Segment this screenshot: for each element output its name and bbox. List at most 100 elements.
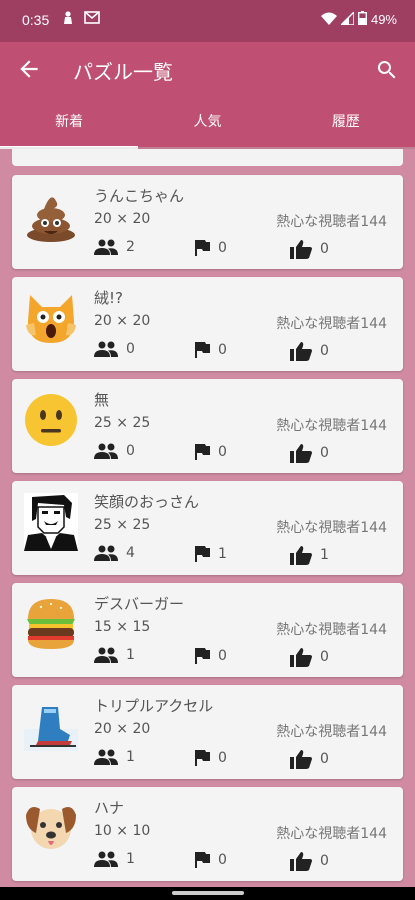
puzzle-list[interactable]: うんこちゃん 20 × 20 熱心な視聴者144 2 0 0 絨!? 20 × …: [0, 149, 415, 887]
puzzle-name: トリプルアクセル: [94, 697, 214, 715]
battery-icon: [357, 11, 367, 28]
scared-cat-emoji-thumbnail: [24, 291, 78, 345]
players-count: 2: [126, 239, 135, 255]
thumbs-up-icon: [290, 647, 312, 667]
puzzle-author: 熱心な視聴者144: [276, 622, 387, 638]
likes-stat: 0: [290, 443, 329, 463]
puzzle-author: 熱心な視聴者144: [276, 214, 387, 230]
previous-card-peek[interactable]: [12, 149, 403, 166]
thumbs-up-icon: [290, 545, 312, 565]
flags-stat: 0: [194, 239, 227, 257]
search-icon[interactable]: [375, 58, 399, 82]
puzzle-size: 20 × 20: [94, 313, 151, 329]
puzzle-name: ハナ: [94, 799, 125, 817]
neutral-face-emoji-thumbnail: [24, 393, 78, 447]
people-icon: [94, 545, 118, 561]
likes-stat: 0: [290, 851, 329, 871]
flags-count: 0: [218, 342, 227, 358]
tab-history[interactable]: 履歴: [277, 99, 415, 147]
flags-stat: 0: [194, 647, 227, 665]
puzzle-author: 熱心な視聴者144: [276, 520, 387, 536]
players-stat: 4: [94, 545, 135, 561]
likes-count: 0: [320, 343, 329, 359]
page-title: パズル一覧: [73, 60, 173, 84]
likes-count: 0: [320, 853, 329, 869]
puzzle-card[interactable]: デスバーガー 15 × 15 熱心な視聴者144 1 0 0: [12, 583, 403, 677]
players-count: 1: [126, 851, 135, 867]
puzzle-author: 熱心な視聴者144: [276, 316, 387, 332]
puzzle-name: うんこちゃん: [94, 187, 185, 205]
mail-icon: [84, 11, 100, 28]
flags-stat: 0: [194, 851, 227, 869]
puzzle-card[interactable]: ハナ 10 × 10 熱心な視聴者144 1 0 0: [12, 787, 403, 881]
thumbs-up-icon: [290, 341, 312, 361]
puzzle-size: 20 × 20: [94, 211, 151, 227]
likes-stat: 0: [290, 341, 329, 361]
puzzle-card[interactable]: 無 25 × 25 熱心な視聴者144 0 0 0: [12, 379, 403, 473]
person-icon: [62, 11, 74, 29]
wifi-icon: [320, 12, 337, 28]
battery-percent: 49%: [370, 12, 397, 27]
people-icon: [94, 239, 118, 255]
puzzle-name: 絨!?: [94, 289, 123, 307]
system-nav-bar: [0, 887, 415, 900]
puzzle-card[interactable]: 笑顔のおっさん 25 × 25 熱心な視聴者144 4 1 1: [12, 481, 403, 575]
flags-stat: 0: [194, 443, 227, 461]
people-icon: [94, 749, 118, 765]
thumbs-up-icon: [290, 749, 312, 769]
players-stat: 1: [94, 647, 135, 663]
puzzle-name: 無: [94, 391, 110, 409]
flags-count: 0: [218, 240, 227, 256]
people-icon: [94, 851, 118, 867]
flags-stat: 1: [194, 545, 227, 563]
skate-boot-emoji-thumbnail: [24, 699, 78, 753]
people-icon: [94, 443, 118, 459]
people-icon: [94, 647, 118, 663]
flags-count: 0: [218, 648, 227, 664]
tab-popular[interactable]: 人気: [138, 99, 276, 147]
flag-icon: [194, 647, 210, 665]
players-stat: 2: [94, 239, 135, 255]
puzzle-size: 25 × 25: [94, 517, 151, 533]
flag-icon: [194, 443, 210, 461]
likes-count: 0: [320, 751, 329, 767]
puzzle-card[interactable]: うんこちゃん 20 × 20 熱心な視聴者144 2 0 0: [12, 175, 403, 269]
flags-count: 0: [218, 444, 227, 460]
puzzle-author: 熱心な視聴者144: [276, 826, 387, 842]
flag-icon: [194, 239, 210, 257]
signal-icon: [339, 9, 355, 28]
puzzle-size: 20 × 20: [94, 721, 151, 737]
likes-stat: 1: [290, 545, 329, 565]
pixel-man-portrait-thumbnail: [24, 493, 78, 551]
players-stat: 0: [94, 341, 135, 357]
players-count: 0: [126, 341, 135, 357]
flag-icon: [194, 851, 210, 869]
players-count: 0: [126, 443, 135, 459]
tab-bar: 新着 人気 履歴: [0, 99, 415, 149]
thumbs-up-icon: [290, 239, 312, 259]
hamburger-emoji-thumbnail: [24, 597, 78, 651]
puzzle-size: 25 × 25: [94, 415, 151, 431]
thumbs-up-icon: [290, 443, 312, 463]
likes-count: 1: [320, 547, 329, 563]
puzzle-name: 笑顔のおっさん: [94, 493, 200, 511]
status-bar: 0:35 49%: [0, 0, 415, 42]
likes-stat: 0: [290, 239, 329, 259]
puzzle-card[interactable]: トリプルアクセル 20 × 20 熱心な視聴者144 1 0 0: [12, 685, 403, 779]
back-arrow-icon[interactable]: [16, 56, 42, 82]
flag-icon: [194, 749, 210, 767]
gesture-handle[interactable]: [172, 891, 244, 895]
puzzle-card[interactable]: 絨!? 20 × 20 熱心な視聴者144 0 0 0: [12, 277, 403, 371]
puzzle-size: 10 × 10: [94, 823, 151, 839]
app-bar: パズル一覧: [0, 42, 415, 99]
likes-count: 0: [320, 649, 329, 665]
flags-count: 1: [218, 546, 227, 562]
poop-emoji-thumbnail: [24, 189, 78, 243]
status-right: 49%: [320, 9, 397, 28]
flags-count: 0: [218, 852, 227, 868]
tab-new[interactable]: 新着: [0, 99, 139, 149]
flags-count: 0: [218, 750, 227, 766]
likes-count: 0: [320, 241, 329, 257]
likes-count: 0: [320, 445, 329, 461]
likes-stat: 0: [290, 749, 329, 769]
